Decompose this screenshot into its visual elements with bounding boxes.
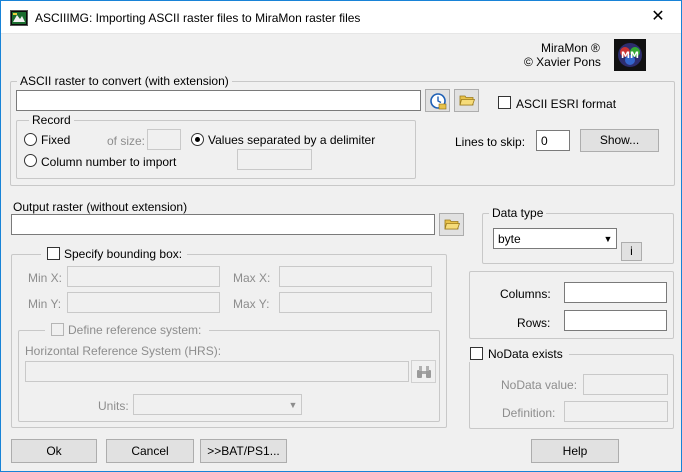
esri-format-label: ASCII ESRI format <box>516 97 617 111</box>
title-bar: ASCIIIMG: Importing ASCII raster files t… <box>1 1 681 34</box>
record-delimiter-label: Values separated by a delimiter <box>208 133 376 147</box>
nodata-label: NoData exists <box>488 347 563 361</box>
of-size-label: of size: <box>107 134 146 148</box>
rows-label: Rows: <box>517 316 551 330</box>
record-column-label: Column number to import <box>41 155 177 169</box>
close-button[interactable]: ✕ <box>635 1 681 33</box>
record-column-radio[interactable] <box>24 154 37 167</box>
record-fixed-label: Fixed <box>41 133 71 147</box>
data-type-info-button[interactable]: i <box>621 242 642 261</box>
data-type-selected: byte <box>498 232 521 246</box>
min-y-label: Min Y: <box>28 297 62 311</box>
nodata-value-field[interactable] <box>583 374 668 395</box>
svg-text:MM: MM <box>621 51 639 61</box>
chevron-down-icon: ▼ <box>603 233 613 244</box>
units-select[interactable]: ▼ <box>133 394 302 415</box>
min-x-field[interactable] <box>67 266 220 287</box>
record-group: Record <box>16 113 416 179</box>
cancel-button[interactable]: Cancel <box>106 439 194 463</box>
definition-label: Definition: <box>502 406 556 420</box>
columns-label: Columns: <box>500 287 551 301</box>
min-y-field[interactable] <box>67 292 220 313</box>
output-browse-folder-button[interactable] <box>439 213 464 236</box>
max-y-field[interactable] <box>279 292 432 313</box>
help-button[interactable]: Help <box>531 439 619 463</box>
units-label: Units: <box>98 399 129 413</box>
definition-field[interactable] <box>564 401 668 422</box>
rows-field[interactable] <box>564 310 667 331</box>
app-icon <box>10 10 28 26</box>
record-group-title: Record <box>29 113 74 127</box>
bounding-box-label: Specify bounding box: <box>64 247 183 261</box>
nodata-header: NoData exists <box>467 346 569 362</box>
data-type-select[interactable]: byte ▼ <box>493 228 617 249</box>
binoculars-icon <box>416 365 431 378</box>
hrs-field[interactable] <box>25 361 409 382</box>
data-type-group-title: Data type <box>489 206 547 220</box>
output-raster-field[interactable] <box>11 214 435 235</box>
reference-system-header: Define reference system: <box>45 322 209 338</box>
brand-line2: © Xavier Pons <box>524 55 601 69</box>
max-y-label: Max Y: <box>233 297 270 311</box>
ok-button[interactable]: Ok <box>11 439 97 463</box>
close-icon: ✕ <box>651 8 665 25</box>
browse-recent-button[interactable] <box>425 89 450 112</box>
of-size-field[interactable] <box>147 129 181 150</box>
window-title: ASCIIIMG: Importing ASCII raster files t… <box>35 11 361 25</box>
max-x-field[interactable] <box>279 266 432 287</box>
ascii-input-field[interactable] <box>16 90 421 111</box>
esri-format-checkbox[interactable] <box>498 96 511 109</box>
reference-system-checkbox[interactable] <box>51 323 64 336</box>
record-delimiter-radio[interactable] <box>191 133 204 146</box>
hrs-label: Horizontal Reference System (HRS): <box>25 344 222 358</box>
folder-open-icon <box>443 219 460 230</box>
ascii-input-group-title: ASCII raster to convert (with extension) <box>17 74 232 88</box>
show-button[interactable]: Show... <box>580 129 659 152</box>
browse-folder-button[interactable] <box>454 89 479 112</box>
brand-line1: MiraMon ® <box>541 41 600 55</box>
dialog-window: ASCIIIMG: Importing ASCII raster files t… <box>0 0 682 472</box>
lines-to-skip-label: Lines to skip: <box>455 135 526 149</box>
lines-to-skip-field[interactable] <box>536 130 570 151</box>
nodata-value-label: NoData value: <box>501 378 578 392</box>
hrs-search-button[interactable] <box>411 360 436 383</box>
reference-system-label: Define reference system: <box>68 323 202 337</box>
columns-field[interactable] <box>564 282 667 303</box>
bat-ps1-button[interactable]: >>BAT/PS1... <box>200 439 287 463</box>
nodata-checkbox[interactable] <box>470 347 483 360</box>
min-x-label: Min X: <box>28 271 63 285</box>
bounding-box-header: Specify bounding box: <box>41 246 187 262</box>
column-number-field[interactable] <box>237 149 312 170</box>
bounding-box-checkbox[interactable] <box>47 247 60 260</box>
clock-browse-icon <box>429 92 446 109</box>
folder-open-icon <box>458 95 475 106</box>
max-x-label: Max X: <box>233 271 271 285</box>
record-fixed-radio[interactable] <box>24 133 37 146</box>
output-raster-label: Output raster (without extension) <box>13 200 188 214</box>
miramon-logo-icon: MM <box>614 39 646 71</box>
chevron-down-icon: ▼ <box>288 399 298 410</box>
